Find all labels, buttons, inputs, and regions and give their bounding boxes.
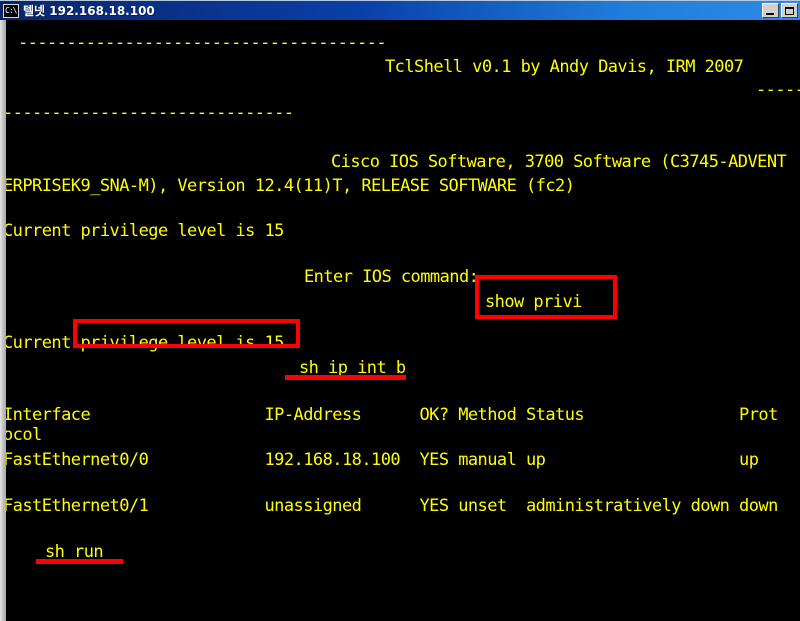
window-controls: [762, 3, 798, 18]
terminal-line-rule-top: --------------------------------------: [18, 33, 387, 53]
terminal-line-rule-second: ------------------------------: [6, 103, 294, 123]
maximize-icon: [785, 7, 794, 15]
terminal-line-row-fa00: FastEthernet0/0 192.168.18.100 YES manua…: [6, 450, 759, 470]
minimize-icon: [766, 13, 774, 15]
terminal-output-area[interactable]: -------------------------------------- Tc…: [6, 20, 800, 621]
terminal-line-ios-version-1: Cisco IOS Software, 3700 Software (C3745…: [331, 152, 787, 172]
minimize-button[interactable]: [762, 3, 779, 18]
terminal-line-table-header-wrap: ocol: [6, 425, 42, 445]
terminal-line-table-header: Interface IP-Address OK? Method Status P…: [6, 405, 778, 425]
terminal-line-priv-level-1: Current privilege level is 15: [6, 221, 284, 241]
terminal-line-ios-version-2: ERPRISEK9_SNA-M), Version 12.4(11)T, REL…: [6, 176, 575, 196]
console-icon: [3, 3, 19, 18]
terminal-line-prompt-enter: Enter IOS command:: [304, 267, 479, 287]
terminal-line-banner-title: TclShell v0.1 by Andy Davis, IRM 2007: [385, 57, 744, 77]
terminal-line-priv-level-2: Current privilege level is 15: [6, 333, 284, 353]
terminal-line-cmd-sh-run: sh run: [45, 542, 104, 562]
terminal-line-row-fa01: FastEthernet0/1 unassigned YES unset adm…: [6, 496, 778, 516]
window-titlebar: 텔넷 192.168.18.100: [0, 0, 800, 20]
maximize-button[interactable]: [781, 3, 798, 18]
window-title: 텔넷 192.168.18.100: [23, 4, 155, 18]
terminal-line-rule-top-right: -----: [756, 80, 800, 100]
terminal-line-cmd-sh-ip-int-b: sh ip int b: [299, 358, 406, 378]
telnet-window: 텔넷 192.168.18.100 ----------------------…: [0, 0, 800, 621]
terminal-line-cmd-show-privi: show privi: [485, 292, 582, 312]
